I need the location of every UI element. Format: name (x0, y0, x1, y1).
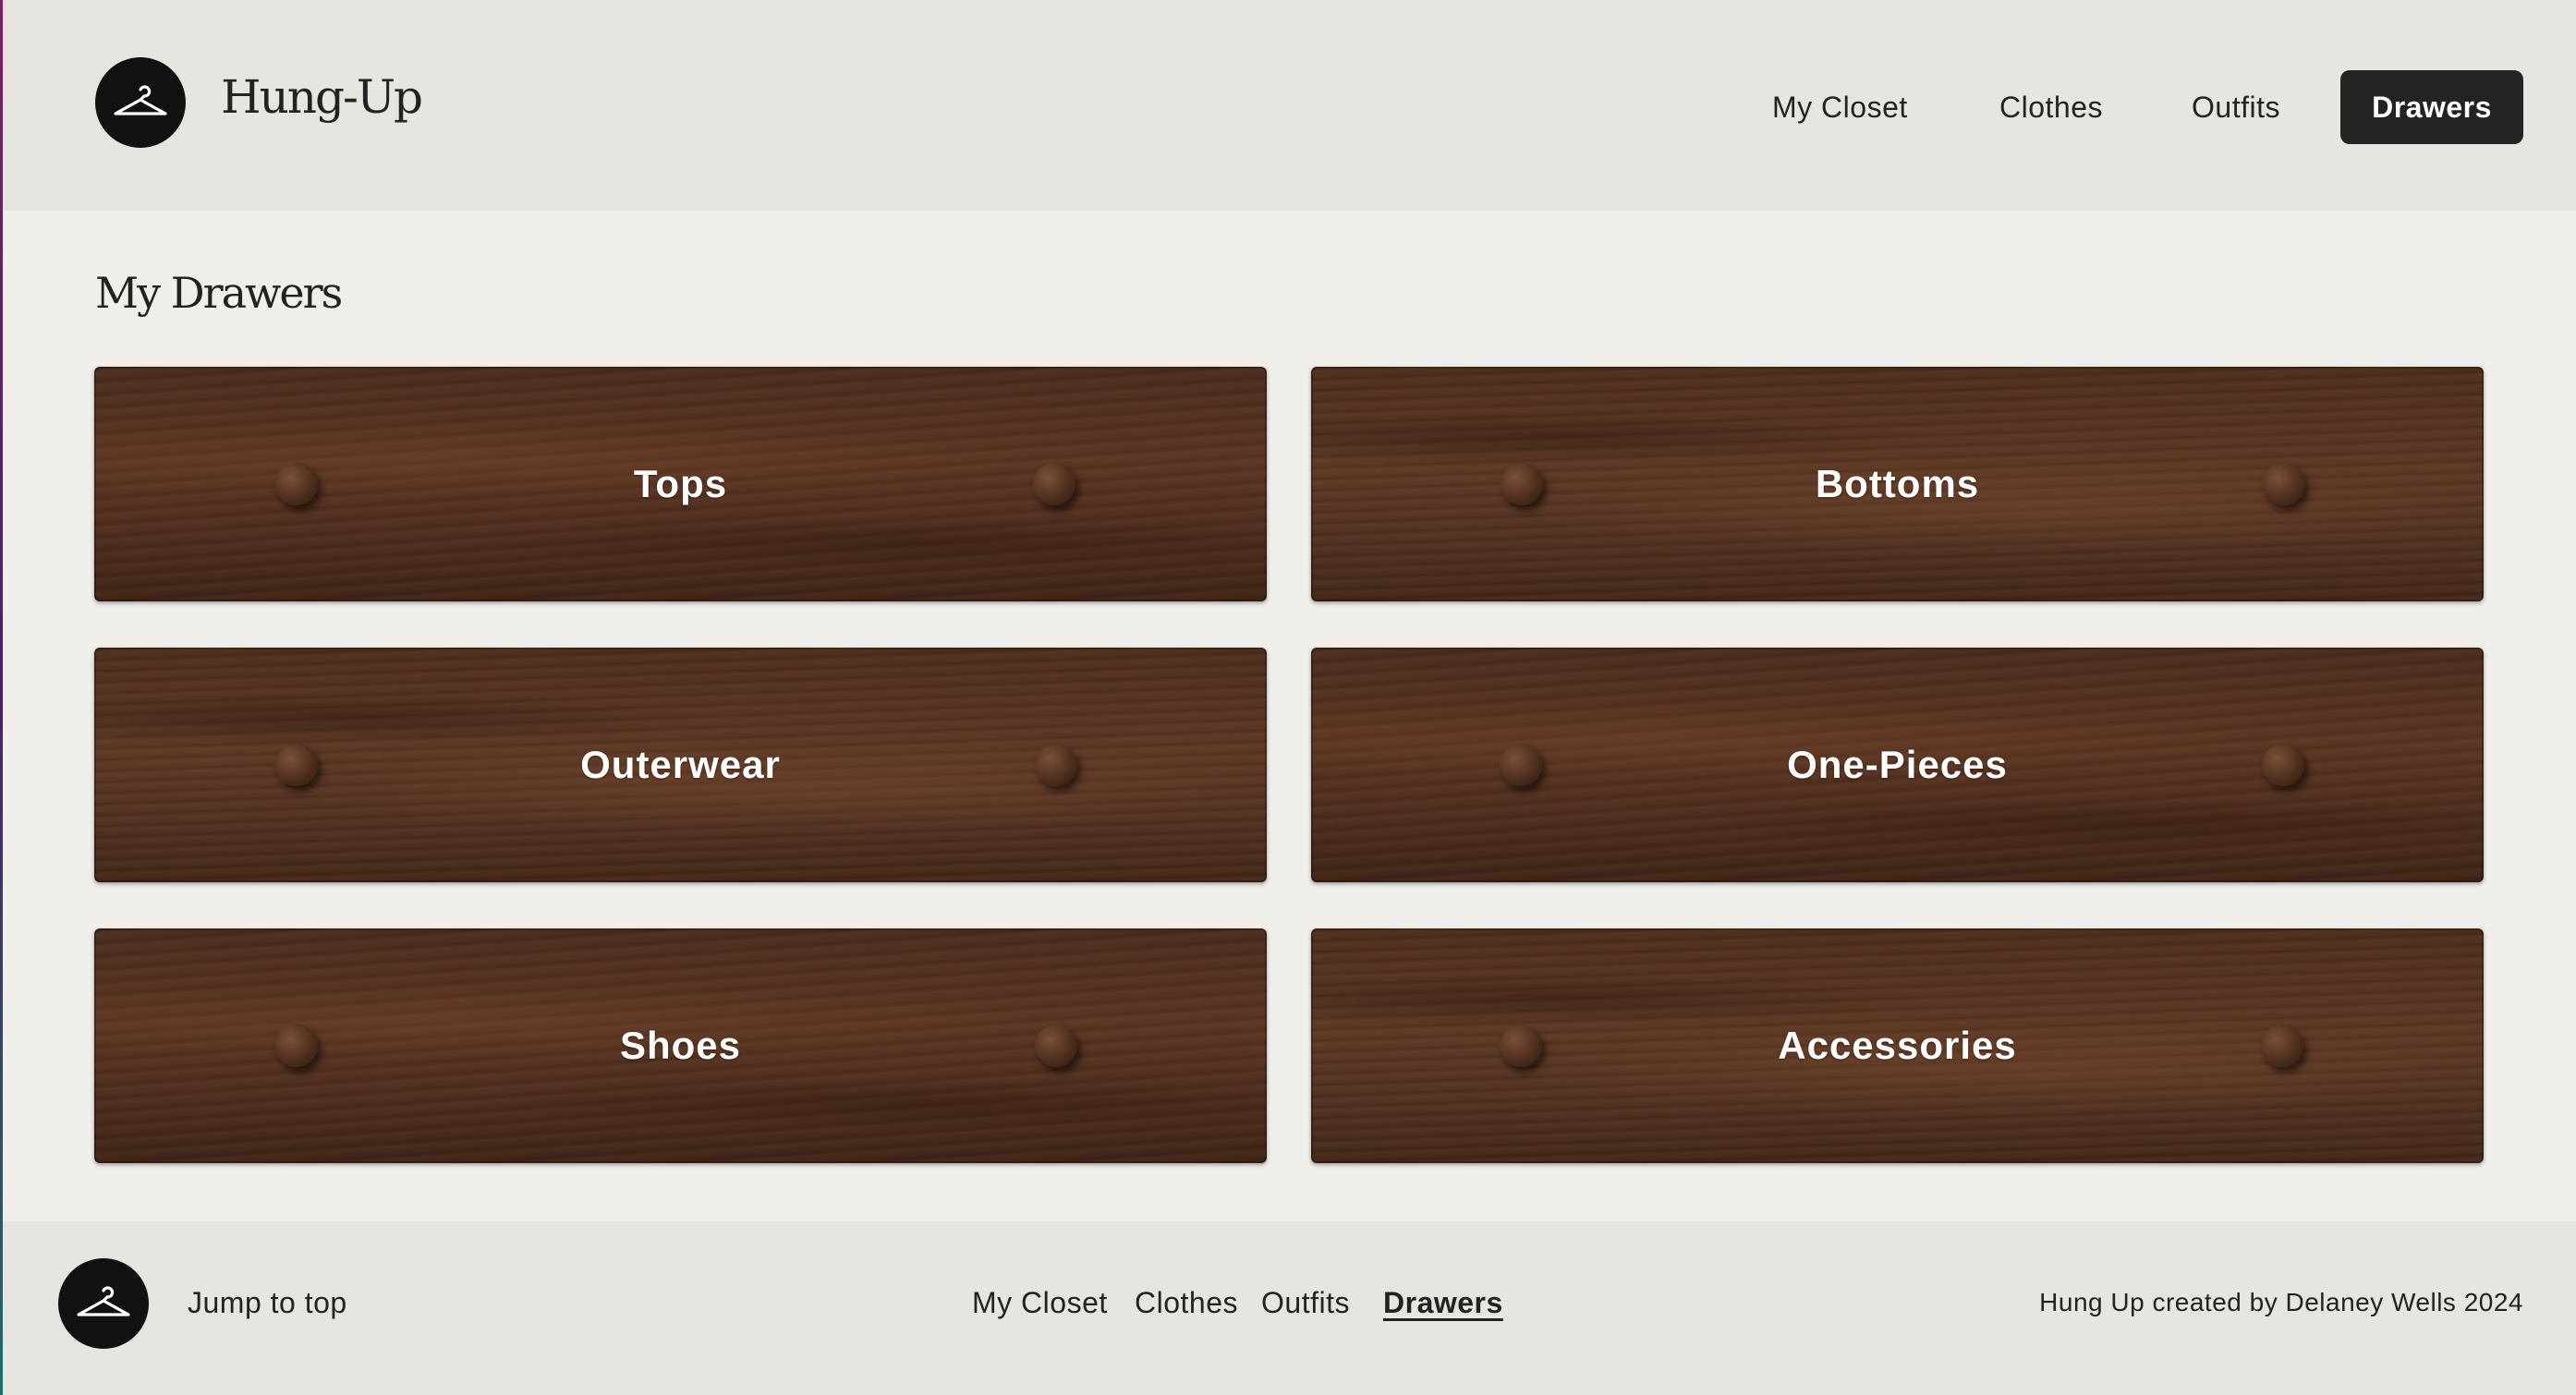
drawer-shoes[interactable]: Shoes (94, 928, 1267, 1163)
drawer-accessories[interactable]: Accessories (1311, 928, 2484, 1163)
drawer-label: Outerwear (580, 743, 781, 786)
drawer-label: Shoes (619, 1024, 742, 1067)
drawer-outerwear[interactable]: Outerwear (94, 648, 1267, 882)
hanger-icon (114, 85, 167, 115)
hanger-icon (77, 1286, 130, 1316)
site-header: Hung-Up My Closet Clothes Outfits Drawer… (3, 0, 2576, 211)
footer-logo[interactable] (58, 1258, 149, 1349)
nav-outfits[interactable]: Outfits (2192, 70, 2280, 144)
site-footer: Jump to top My Closet Clothes Outfits Dr… (3, 1221, 2576, 1395)
drawer-label: Accessories (1778, 1024, 2017, 1067)
drawer-label: Bottoms (1815, 462, 1980, 505)
nav-drawers[interactable]: Drawers (2340, 70, 2523, 144)
drawer-tops[interactable]: Tops (94, 367, 1267, 601)
footer-nav-drawers[interactable]: Drawers (1383, 1286, 1503, 1320)
brand-name[interactable]: Hung-Up (221, 70, 423, 124)
page-title: My Drawers (95, 268, 343, 318)
footer-nav-my-closet[interactable]: My Closet (972, 1286, 1108, 1320)
jump-to-top-link[interactable]: Jump to top (188, 1286, 347, 1320)
drawer-label: Tops (633, 462, 728, 505)
footer-nav-clothes[interactable]: Clothes (1135, 1286, 1238, 1320)
logo[interactable] (95, 57, 186, 148)
footer-nav-outfits[interactable]: Outfits (1261, 1286, 1350, 1320)
app-window: Hung-Up My Closet Clothes Outfits Drawer… (3, 0, 2576, 1395)
nav-my-closet[interactable]: My Closet (1772, 70, 1908, 144)
footer-credit: Hung Up created by Delaney Wells 2024 (2039, 1288, 2523, 1316)
drawer-bottoms[interactable]: Bottoms (1311, 367, 2484, 601)
drawer-one-pieces[interactable]: One-Pieces (1311, 648, 2484, 882)
nav-clothes[interactable]: Clothes (1999, 70, 2103, 144)
drawer-label: One-Pieces (1787, 743, 2008, 786)
